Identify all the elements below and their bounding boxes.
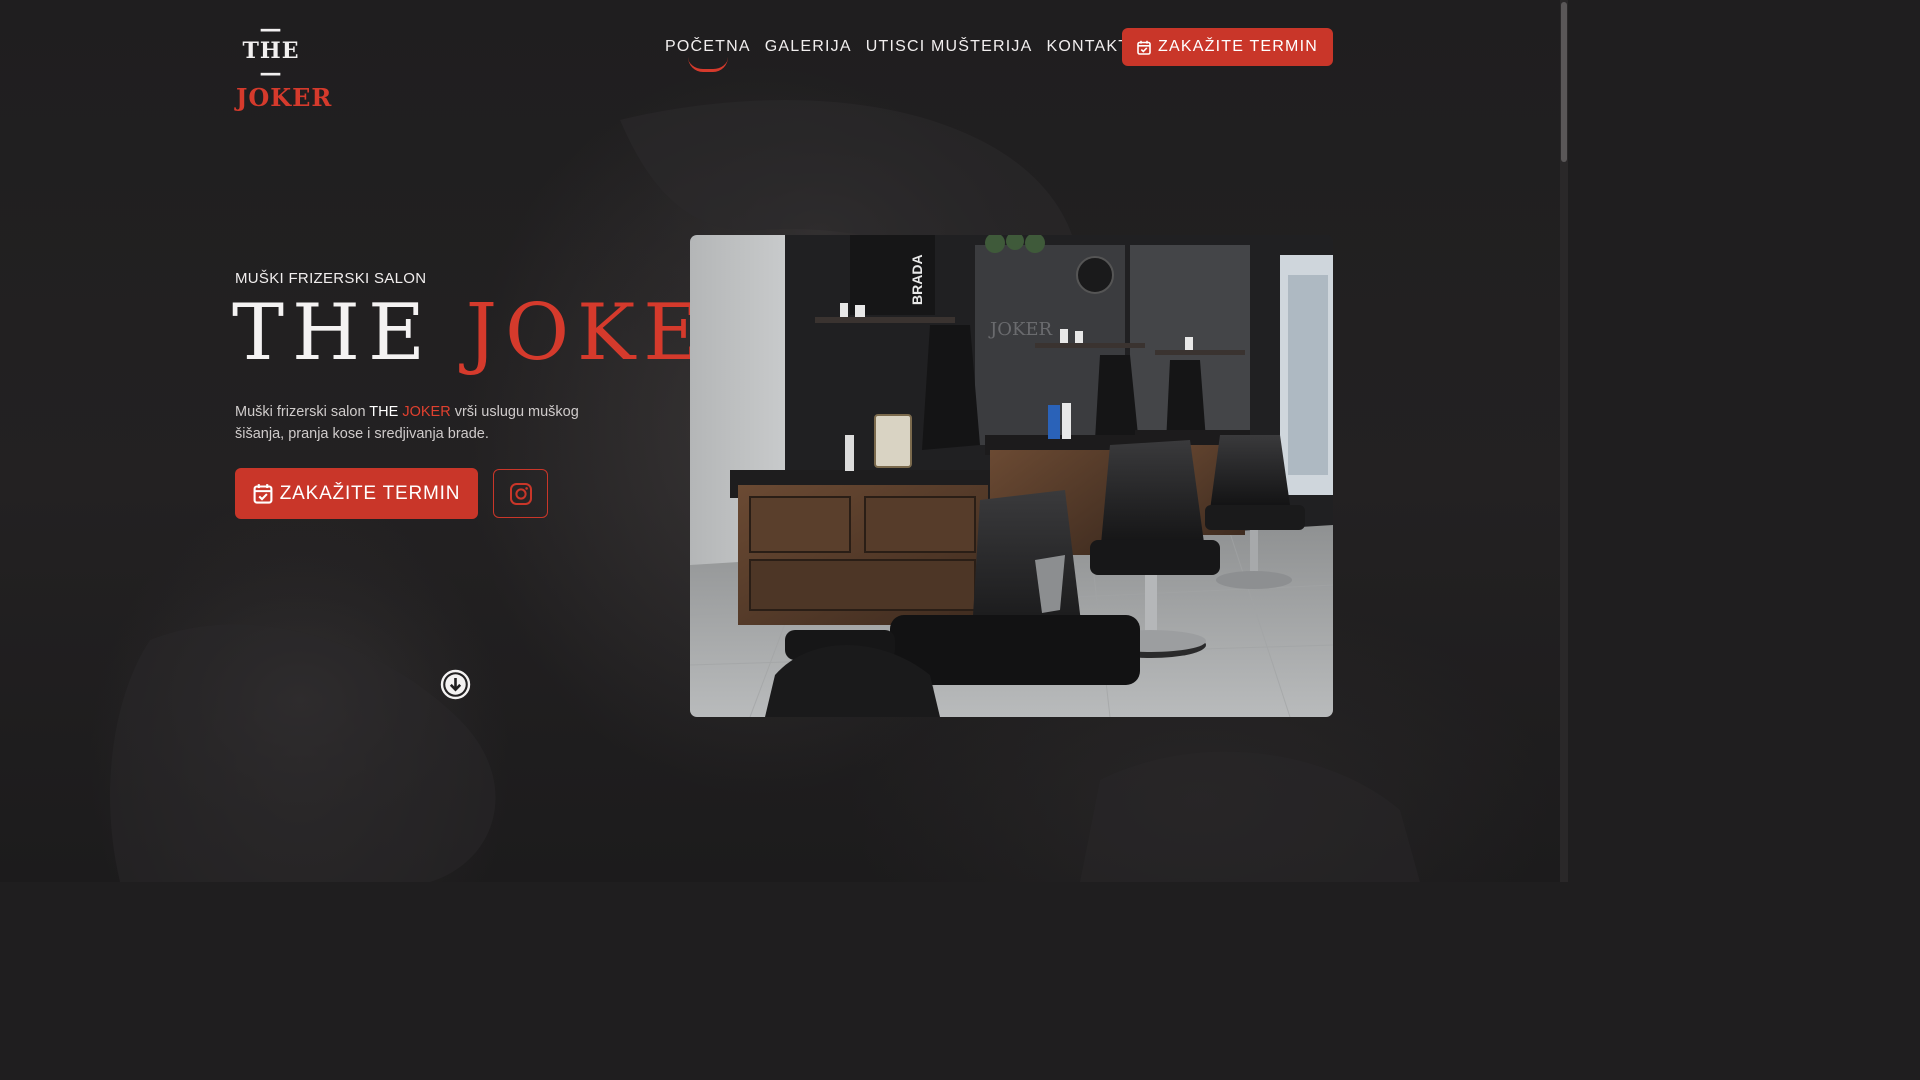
book-appointment-label-header: ZAKAŽITE TERMIN (1158, 38, 1318, 55)
hero-title: THE JOKER (232, 288, 767, 378)
book-appointment-button[interactable]: ZAKAŽITE TERMIN (235, 468, 478, 519)
instagram-icon (509, 482, 532, 505)
hero-title-the: THE (232, 288, 433, 378)
logo-line-the: —THE— (242, 16, 300, 86)
sign-text-brada: BRADA (909, 254, 925, 305)
description-text-start: Muški frizerski salon (235, 404, 370, 420)
instagram-button[interactable] (493, 469, 548, 518)
hero-description: Muški frizerski salon THE JOKER vrši usl… (235, 401, 605, 445)
main-nav: POČETNA GALERIJA UTISCI MUŠTERIJA KONTAK… (658, 28, 1136, 72)
hero-eyebrow: MUŠKI FRIZERSKI SALON (235, 270, 427, 287)
nav-item-galerija[interactable]: GALERIJA (758, 28, 859, 66)
calendar-check-icon (1137, 40, 1151, 55)
mirror-reflection-text: JOKER (988, 319, 1053, 340)
site-header: —THE— JOKER POČETNA GALERIJA UTISCI MUŠT… (0, 0, 1560, 110)
nav-item-utisci-musterija[interactable]: UTISCI MUŠTERIJA (859, 28, 1040, 66)
page-scrollbar[interactable] (1560, 0, 1568, 882)
scroll-down-button[interactable] (440, 669, 471, 700)
logo-line-joker: JOKER (236, 83, 333, 112)
arrow-down-circle-icon (440, 669, 471, 700)
logo[interactable]: —THE— JOKER (236, 18, 331, 110)
book-appointment-label: ZAKAŽITE TERMIN (279, 482, 461, 504)
salon-interior-photo: JOKER BRADA (690, 235, 1333, 717)
scrollbar-thumb[interactable] (1561, 2, 1567, 162)
page: —THE— JOKER POČETNA GALERIJA UTISCI MUŠT… (0, 0, 1568, 882)
nav-item-pocetna[interactable]: POČETNA (658, 28, 758, 72)
calendar-check-icon (253, 484, 273, 504)
description-brand-joker: JOKER (402, 404, 451, 420)
description-brand-the: THE (369, 404, 399, 420)
salon-interior-illustration: JOKER BRADA (690, 235, 1333, 717)
book-appointment-button-header[interactable]: ZAKAŽITE TERMIN (1122, 28, 1333, 66)
